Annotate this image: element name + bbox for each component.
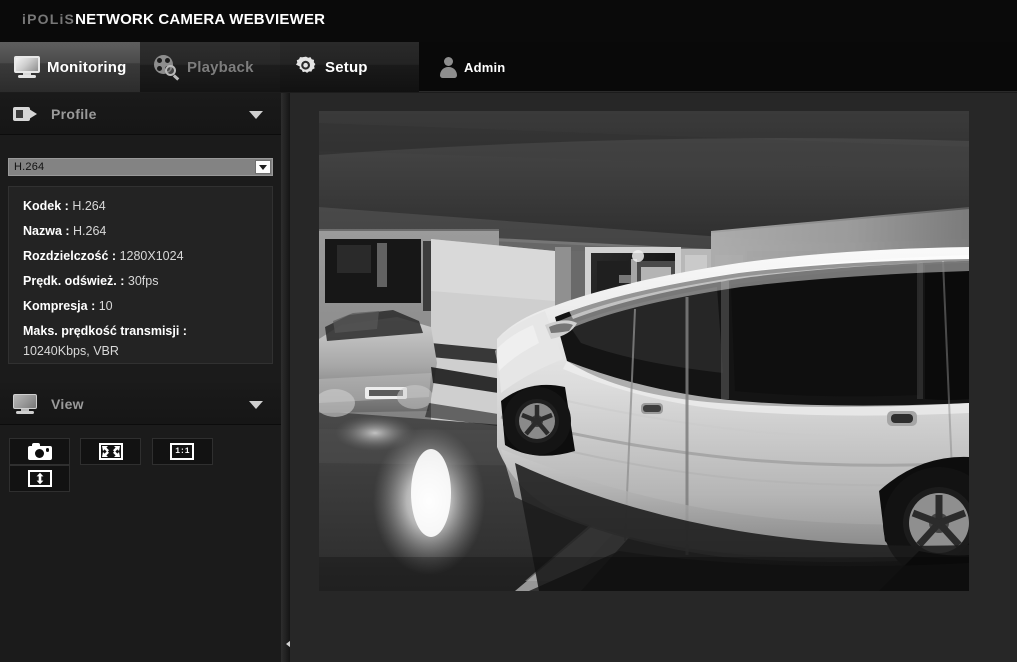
- app-header: iPOLiSNETWORK CAMERA WEBVIEWER: [0, 0, 1017, 42]
- video-stream-view[interactable]: [319, 111, 969, 591]
- panel-title-view: View: [51, 395, 84, 412]
- fullscreen-expand-icon: [98, 443, 123, 460]
- profile-select[interactable]: H.264: [8, 158, 273, 176]
- gear-icon: [294, 55, 318, 79]
- ratio-label: 1:1: [175, 446, 190, 456]
- info-row-bitrate: Maks. prędkość transmisji :: [23, 324, 258, 338]
- camcorder-icon: [13, 106, 37, 122]
- info-key: Rozdzielczość :: [23, 249, 117, 263]
- info-value-bitrate: 10240Kbps, VBR: [23, 344, 119, 358]
- info-value: 30fps: [127, 274, 159, 288]
- info-value: H.264: [73, 224, 107, 238]
- panel-header-profile[interactable]: Profile: [0, 93, 281, 135]
- chevron-down-icon[interactable]: [249, 401, 263, 409]
- fit-height-button[interactable]: [9, 465, 70, 492]
- one-to-one-icon: 1:1: [170, 443, 195, 460]
- profile-select-dropdown-button[interactable]: [255, 160, 271, 174]
- fit-height-icon: [27, 470, 52, 487]
- main-tabbar: Monitoring Playback Setup Admin: [0, 42, 1017, 92]
- monitor-icon: [14, 56, 40, 78]
- info-key: Kodek :: [23, 199, 69, 213]
- brand-logo: iPOLiSNETWORK CAMERA WEBVIEWER: [22, 11, 325, 29]
- profile-info-box: Kodek : H.264 Nazwa : H.264 Rozdzielczoś…: [8, 186, 273, 364]
- film-reel-search-icon: [154, 55, 180, 81]
- snapshot-button[interactable]: [9, 438, 70, 465]
- panel-title-profile: Profile: [51, 105, 97, 122]
- sidebar-divider: [281, 93, 290, 662]
- admin-label: Admin: [464, 59, 506, 75]
- left-sidebar: Profile H.264 Kodek : H.264 Nazwa : H.26…: [0, 93, 281, 662]
- info-row: Nazwa : H.264: [23, 224, 258, 238]
- tab-setup[interactable]: Setup: [280, 42, 419, 92]
- chevron-down-icon: [259, 164, 267, 170]
- info-value: 10: [98, 299, 113, 313]
- info-row: Rozdzielczość : 1280X1024: [23, 249, 258, 263]
- info-key: Kompresja :: [23, 299, 96, 313]
- brand-title: NETWORK CAMERA WEBVIEWER: [75, 11, 326, 28]
- main-content: [290, 93, 1017, 662]
- tab-playback[interactable]: Playback: [140, 42, 280, 92]
- video-frame: [319, 111, 969, 591]
- info-key: Maks. prędkość transmisji :: [23, 324, 187, 338]
- info-row: Kodek : H.264: [23, 199, 258, 213]
- brand-prefix: iPOLiS: [22, 11, 76, 27]
- info-value: 1280X1024: [119, 249, 184, 263]
- tab-playback-label: Playback: [187, 58, 254, 76]
- camera-snapshot-icon: [27, 443, 52, 460]
- info-value: H.264: [72, 199, 106, 213]
- webviewer-app: iPOLiSNETWORK CAMERA WEBVIEWER Monitorin…: [0, 0, 1017, 662]
- info-key: Nazwa :: [23, 224, 70, 238]
- tab-monitoring-label: Monitoring: [47, 58, 127, 76]
- info-row: Prędk. odśwież. : 30fps: [23, 274, 258, 288]
- user-account-admin[interactable]: Admin: [419, 42, 579, 92]
- profile-select-value: H.264: [14, 161, 45, 173]
- info-key: Prędk. odśwież. :: [23, 274, 125, 288]
- info-row: Kompresja : 10: [23, 299, 258, 313]
- ratio-1-1-button[interactable]: 1:1: [151, 438, 213, 465]
- view-button-group: 1:1: [9, 438, 281, 492]
- monitor-icon: [13, 393, 37, 414]
- tab-monitoring[interactable]: Monitoring: [0, 42, 140, 92]
- person-icon: [439, 57, 457, 78]
- chevron-down-icon[interactable]: [249, 111, 263, 119]
- tab-setup-label: Setup: [325, 58, 368, 76]
- panel-header-view[interactable]: View: [0, 383, 281, 425]
- fullscreen-button[interactable]: [80, 438, 142, 465]
